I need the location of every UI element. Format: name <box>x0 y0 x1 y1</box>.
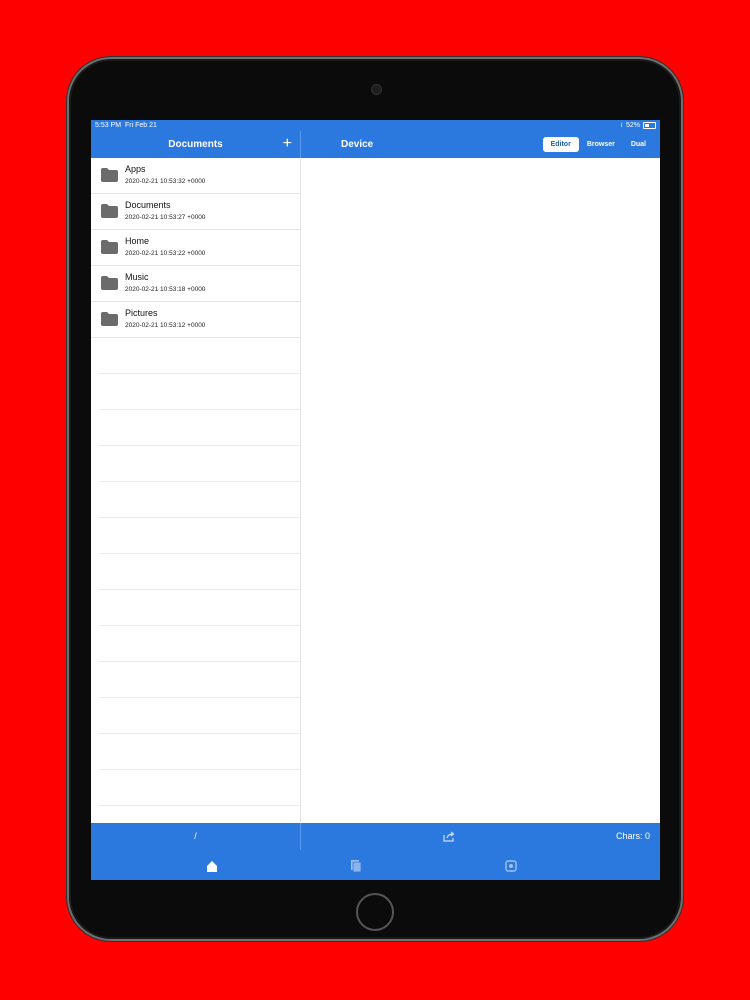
file-row-pictures[interactable]: Pictures 2020-02-21 10:53:12 +0000 <box>91 302 300 338</box>
bottom-toolbar: / Chars: 0 <box>91 823 660 850</box>
device-nav-bar: Device Editor Browser Dual <box>301 131 660 158</box>
battery-icon <box>643 122 656 129</box>
file-name: Pictures <box>125 308 158 318</box>
status-right: ≀ 52% <box>620 120 656 131</box>
add-button[interactable]: + <box>283 133 292 155</box>
documents-nav-bar: Documents + <box>91 131 301 158</box>
battery-percent: 52% <box>625 122 640 129</box>
file-date: 2020-02-21 10:53:22 +0000 <box>125 250 206 257</box>
empty-row <box>99 446 300 482</box>
status-date: Fri Feb 21 <box>124 122 157 129</box>
screen: 5:53 PM Fri Feb 21 ≀ 52% Documents + Dev… <box>91 120 660 880</box>
status-time-date: 5:53 PM Fri Feb 21 <box>95 120 157 131</box>
file-name: Home <box>125 236 150 246</box>
tab-bar <box>91 850 660 880</box>
text-editor[interactable] <box>301 158 660 823</box>
settings-icon[interactable] <box>504 859 518 873</box>
empty-row <box>99 626 300 662</box>
file-row-music[interactable]: Music 2020-02-21 10:53:18 +0000 <box>91 266 300 302</box>
empty-row <box>99 698 300 734</box>
empty-row <box>99 338 300 374</box>
folder-icon <box>101 312 118 326</box>
file-row-home[interactable]: Home 2020-02-21 10:53:22 +0000 <box>91 230 300 266</box>
file-row-documents[interactable]: Documents 2020-02-21 10:53:27 +0000 <box>91 194 300 230</box>
empty-row <box>99 554 300 590</box>
folder-icon <box>101 204 118 218</box>
empty-row <box>99 410 300 446</box>
documents-title: Documents <box>168 139 223 150</box>
camera <box>371 84 382 95</box>
ipad-frame: 5:53 PM Fri Feb 21 ≀ 52% Documents + Dev… <box>67 57 683 941</box>
file-name: Music <box>125 272 149 282</box>
folder-icon <box>101 240 118 254</box>
empty-row <box>99 374 300 410</box>
device-title: Device <box>341 139 374 150</box>
file-list: Apps 2020-02-21 10:53:32 +0000 Documents… <box>91 158 301 823</box>
file-date: 2020-02-21 10:53:32 +0000 <box>125 178 206 185</box>
segment-editor[interactable]: Editor <box>542 137 579 152</box>
documents-icon[interactable] <box>349 859 363 873</box>
folder-icon <box>101 168 118 182</box>
empty-row <box>99 482 300 518</box>
segment-dual[interactable]: Dual <box>623 137 654 152</box>
file-date: 2020-02-21 10:53:18 +0000 <box>125 286 206 293</box>
empty-row <box>99 734 300 770</box>
file-row-apps[interactable]: Apps 2020-02-21 10:53:32 +0000 <box>91 158 300 194</box>
empty-row <box>99 662 300 698</box>
file-name: Documents <box>125 200 171 210</box>
segment-browser[interactable]: Browser <box>579 137 623 152</box>
file-date: 2020-02-21 10:53:27 +0000 <box>125 214 206 221</box>
empty-row <box>99 590 300 626</box>
home-button[interactable] <box>356 893 394 931</box>
file-name: Apps <box>125 164 146 174</box>
file-date: 2020-02-21 10:53:12 +0000 <box>125 322 206 329</box>
share-icon[interactable] <box>443 831 455 842</box>
wifi-icon: ≀ <box>620 122 623 129</box>
view-mode-control: Editor Browser Dual <box>542 137 654 152</box>
empty-row <box>99 518 300 554</box>
current-path: / <box>91 823 301 850</box>
folder-icon <box>101 276 118 290</box>
status-bar: 5:53 PM Fri Feb 21 ≀ 52% <box>91 120 660 131</box>
status-time: 5:53 PM <box>95 122 122 129</box>
char-count: Chars: 0 <box>615 831 650 841</box>
empty-row <box>99 770 300 806</box>
home-icon[interactable] <box>205 859 219 873</box>
